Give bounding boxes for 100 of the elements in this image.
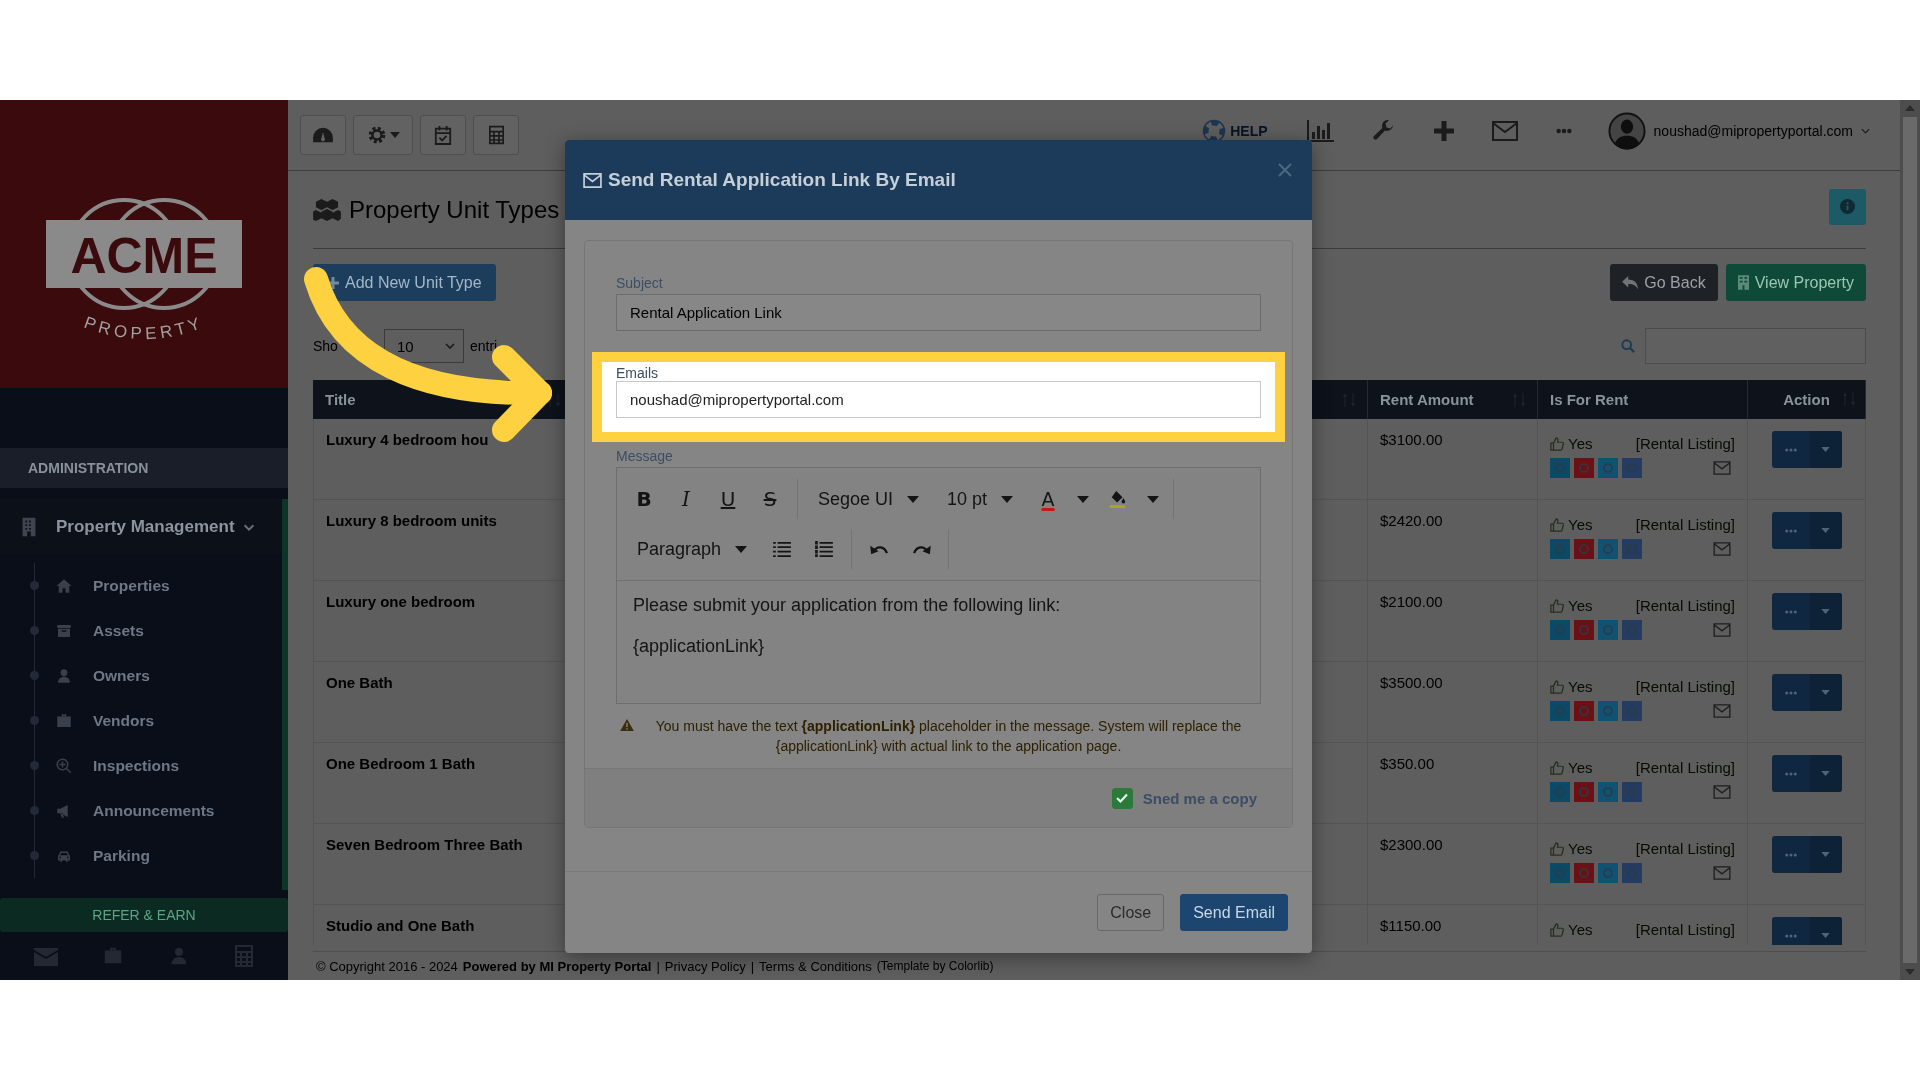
plus-icon[interactable] — [1433, 121, 1454, 141]
sidebar-item[interactable]: Announcements — [0, 788, 282, 833]
table-cell: Luxury 8 bedroom units — [326, 512, 497, 529]
scrollbar[interactable] — [1900, 100, 1920, 980]
info-icon — [1840, 199, 1855, 214]
column-header[interactable]: Is For Rent — [1538, 380, 1748, 419]
wrench-icon[interactable] — [1371, 119, 1396, 143]
scroll-down-icon[interactable] — [1905, 969, 1915, 975]
calculator-icon — [487, 125, 505, 145]
sidebar-item[interactable]: Owners — [0, 653, 282, 698]
sidebar-item[interactable]: Properties — [0, 563, 282, 608]
entries-select[interactable]: 10 — [383, 329, 464, 363]
caret-icon — [1821, 609, 1830, 614]
close-button[interactable]: Close — [1097, 894, 1165, 931]
row-actions-button[interactable] — [1771, 917, 1842, 945]
user-icon — [55, 666, 73, 685]
envelope-icon[interactable] — [1713, 785, 1731, 799]
calculator-icon[interactable] — [234, 944, 254, 968]
column-header[interactable]: Rent Amount — [1368, 380, 1538, 419]
text-color-button[interactable]: A — [1029, 481, 1068, 517]
rental-listing-link[interactable]: [Rental Listing] — [1635, 597, 1735, 614]
dashboard-button[interactable] — [300, 115, 346, 155]
user-menu[interactable]: noushad@mipropertyportal.com — [1653, 123, 1853, 139]
rental-listing-link[interactable]: [Rental Listing] — [1635, 678, 1735, 695]
table-cell: One Bedroom 1 Bath — [326, 755, 476, 772]
go-back-button[interactable]: Go Back — [1610, 264, 1718, 301]
scroll-up-icon[interactable] — [1905, 105, 1915, 111]
powered-by-text[interactable]: Powered by MI Property Portal — [462, 958, 652, 974]
sidebar-item[interactable]: Inspections — [0, 743, 282, 788]
footer-link[interactable]: Privacy Policy — [664, 958, 746, 974]
footer-link[interactable]: Terms & Conditions — [759, 958, 872, 974]
subject-field[interactable]: Rental Application Link — [616, 294, 1261, 331]
caret-icon — [1821, 690, 1830, 695]
envelope-icon[interactable] — [1713, 461, 1731, 475]
checkbox[interactable] — [1111, 787, 1133, 809]
sort-icon — [548, 392, 560, 407]
show-label: Sho — [313, 338, 338, 354]
sidebar-item[interactable]: Vendors — [0, 698, 282, 743]
avatar-icon[interactable] — [1607, 112, 1646, 150]
envelope-icon[interactable] — [1713, 866, 1731, 880]
reply-arrow-icon — [1622, 275, 1639, 290]
rental-listing-link[interactable]: [Rental Listing] — [1635, 840, 1735, 857]
calendar-button[interactable] — [420, 115, 466, 155]
sidebar-item[interactable]: Assets — [0, 608, 282, 653]
font-size-dropdown[interactable]: 10 pt — [935, 481, 1026, 517]
rental-listing-link[interactable]: [Rental Listing] — [1635, 435, 1735, 452]
envelope-icon[interactable] — [1491, 121, 1518, 141]
help-link[interactable]: HELP — [1202, 119, 1268, 143]
sidebar-item[interactable]: Parking — [0, 833, 282, 878]
caret-icon — [1001, 495, 1014, 503]
settings-button[interactable] — [353, 115, 413, 155]
bar-chart-icon[interactable] — [1305, 119, 1334, 143]
more-icon[interactable] — [1555, 128, 1572, 134]
row-actions-button[interactable] — [1771, 512, 1842, 549]
font-dropdown[interactable]: Segoe UI — [806, 481, 932, 517]
refer-button[interactable]: REFER & EARN — [0, 898, 288, 932]
row-actions-button[interactable] — [1771, 431, 1842, 468]
dialog-title: Send Rental Application Link By Email — [608, 169, 957, 191]
plus-icon — [327, 276, 339, 289]
block-format-dropdown[interactable]: Paragraph — [625, 531, 760, 567]
envelope-icon[interactable] — [1713, 623, 1731, 637]
add-unit-type-button[interactable]: Add New Unit Type — [313, 264, 496, 301]
row-actions-button[interactable] — [1771, 593, 1842, 630]
for-rent-status: Yes — [1568, 435, 1593, 452]
row-actions-button[interactable] — [1771, 755, 1842, 792]
caret-icon — [1821, 933, 1830, 938]
rental-listing-link[interactable]: [Rental Listing] — [1635, 921, 1735, 938]
thumbs-up-icon — [1550, 598, 1564, 613]
thumbs-up-icon — [1550, 436, 1564, 451]
chevron-icon — [1861, 128, 1870, 134]
column-header[interactable]: Action — [1748, 380, 1866, 419]
check-icon — [1116, 793, 1129, 803]
thumbs-up-icon — [1550, 517, 1564, 532]
more-icon — [1784, 690, 1797, 695]
thumbs-up-icon — [1550, 679, 1564, 694]
send-copy-checkbox[interactable]: Sned me a copy — [1111, 787, 1257, 809]
rental-listing-link[interactable]: [Rental Listing] — [1635, 759, 1735, 776]
envelope-icon[interactable] — [1713, 542, 1731, 556]
view-property-button[interactable]: View Property — [1725, 264, 1866, 301]
rental-listing-link[interactable]: [Rental Listing] — [1635, 516, 1735, 533]
template-credit: (Template by Colorlib) — [876, 959, 994, 973]
underline-button[interactable]: U — [709, 481, 747, 517]
info-button[interactable] — [1829, 188, 1866, 225]
strikethrough-button[interactable]: S — [751, 481, 789, 517]
footer-text: | — [750, 958, 755, 974]
caret-icon — [1821, 528, 1830, 533]
timeline-dot — [30, 716, 39, 725]
row-actions-button[interactable] — [1771, 836, 1842, 873]
bold-button[interactable]: B — [625, 481, 663, 517]
close-icon[interactable] — [1278, 163, 1292, 177]
caret-icon — [735, 545, 748, 553]
caret-icon — [1821, 852, 1830, 857]
calculator-button[interactable] — [473, 115, 519, 155]
italic-button[interactable]: I — [667, 481, 705, 517]
emails-field[interactable]: noushad@mipropertyportal.com — [616, 381, 1261, 418]
row-actions-button[interactable] — [1771, 674, 1842, 711]
send-email-button[interactable]: Send Email — [1180, 894, 1288, 931]
envelope-icon[interactable] — [34, 946, 58, 966]
timeline-dot — [30, 581, 39, 590]
envelope-icon[interactable] — [1713, 704, 1731, 718]
